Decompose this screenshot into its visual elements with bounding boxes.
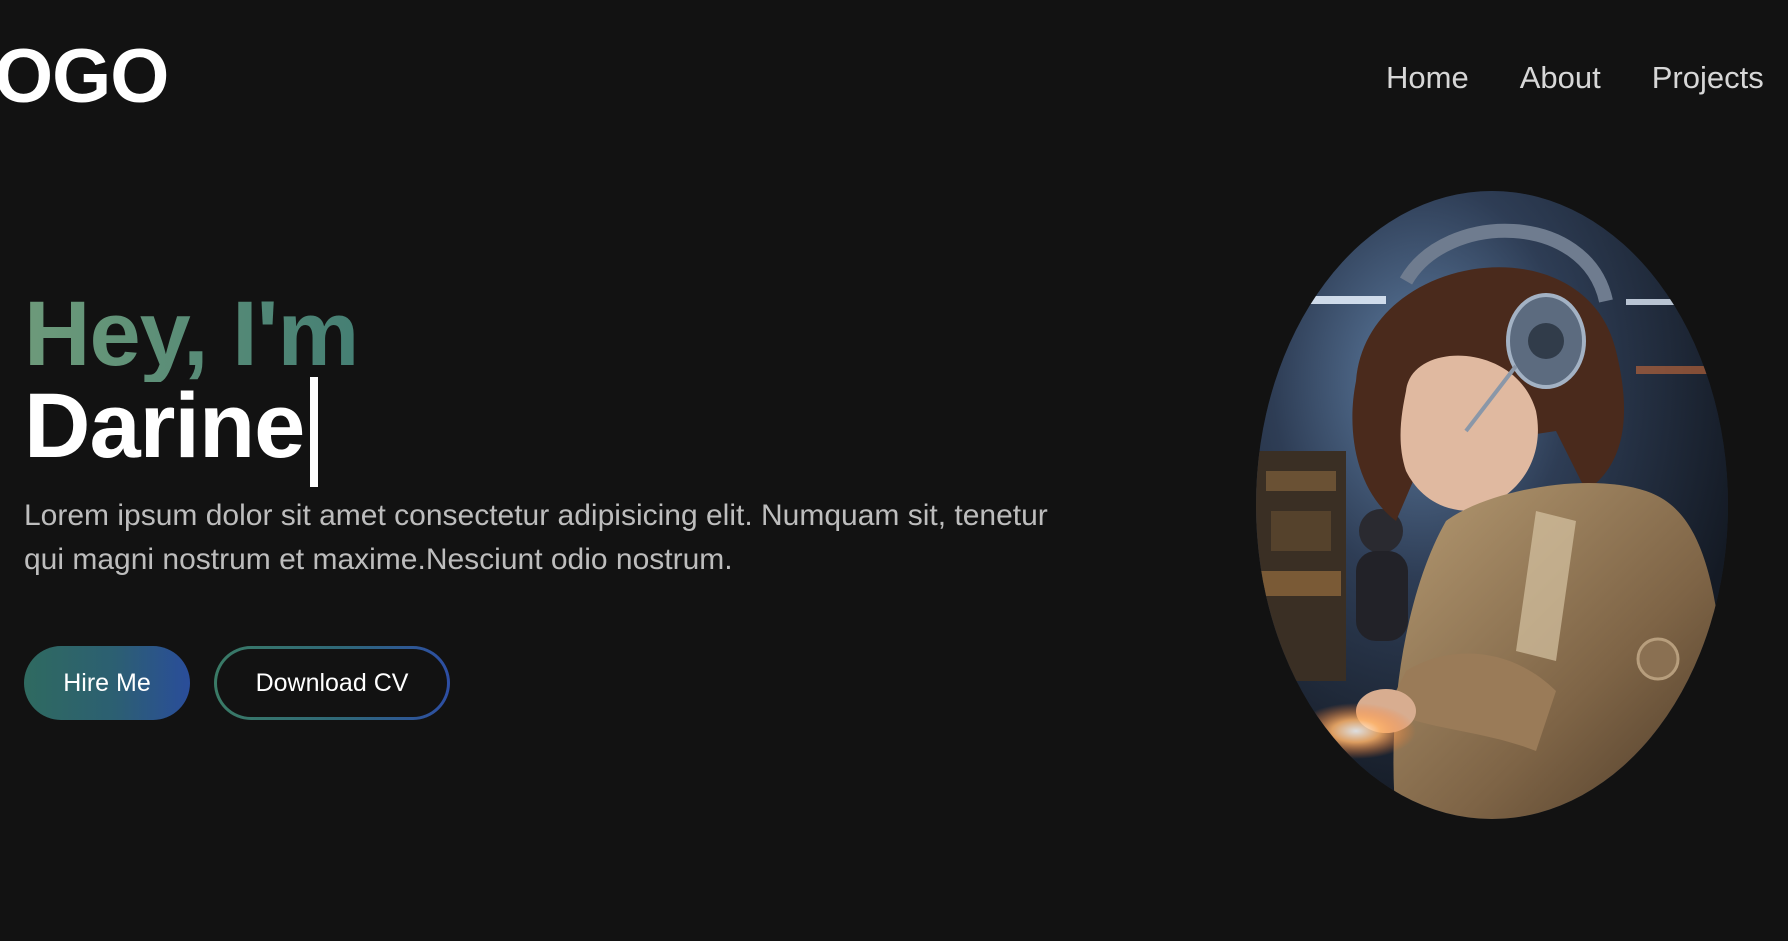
nav-item-about[interactable]: About [1520,58,1601,98]
hero-buttons: Hire Me Download CV [24,646,450,720]
hero-greeting: Hey, I'm [24,286,1124,382]
site-logo[interactable]: OGO [0,32,169,122]
hero-text: Hey, I'm Darine Lorem ipsum dolor sit am… [24,286,1124,612]
nav-item-projects[interactable]: Projects [1652,58,1764,98]
download-cv-label: Download CV [217,649,447,717]
nav-item-home[interactable]: Home [1386,58,1469,98]
hero-description: Lorem ipsum dolor sit amet consectetur a… [24,499,1048,576]
download-cv-button[interactable]: Download CV [214,646,450,720]
portrait-image [1256,191,1728,819]
typing-cursor [310,377,319,487]
portrait-illustration [1256,191,1728,819]
portfolio-page: OGO Home About Projects Hey, I'm Darine … [0,0,1788,941]
hero-name: Darine [24,375,305,477]
main-nav: Home About Projects [1386,58,1764,98]
hero-name-row: Darine [24,375,1124,487]
hire-me-button[interactable]: Hire Me [24,646,190,720]
